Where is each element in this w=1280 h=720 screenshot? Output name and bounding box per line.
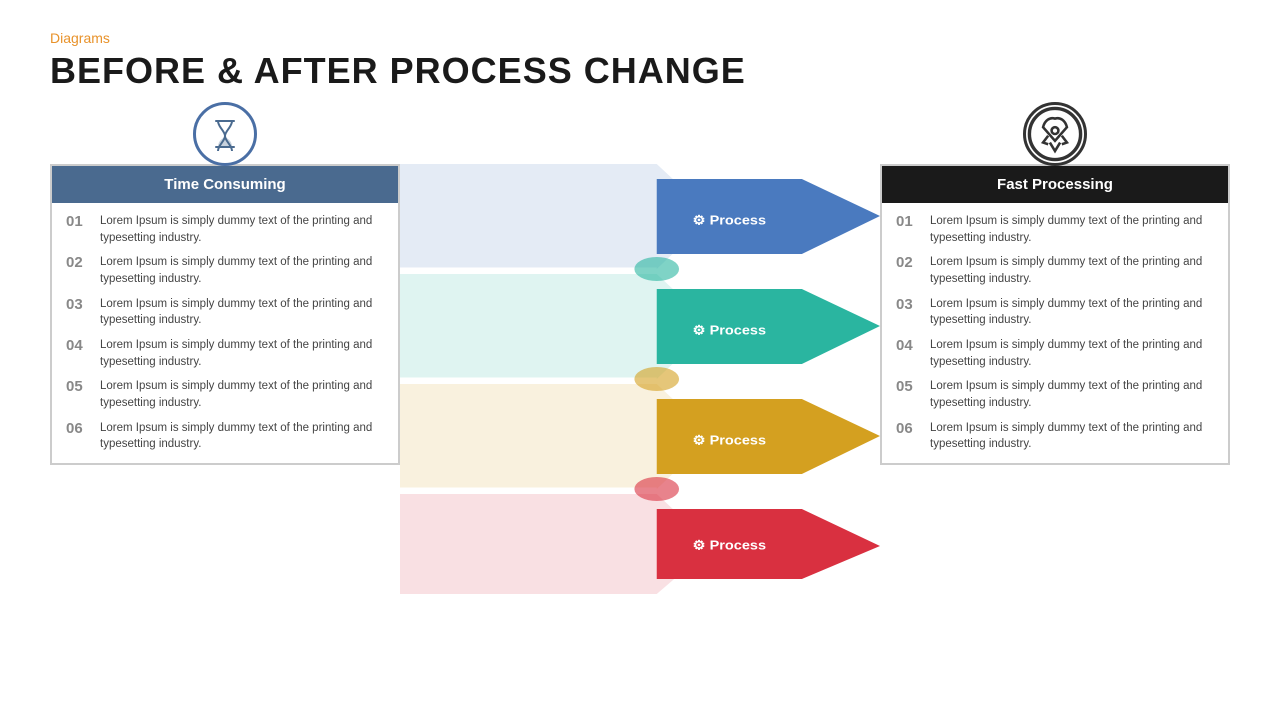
list-text: Lorem Ipsum is simply dummy text of the …: [930, 337, 1214, 370]
left-box-header: Time Consuming: [52, 166, 398, 203]
list-text: Lorem Ipsum is simply dummy text of the …: [100, 296, 384, 329]
rocket-icon: [1023, 102, 1087, 166]
list-num: 02: [66, 254, 94, 272]
diagram-area: Time Consuming 01 Lorem Ipsum is simply …: [50, 112, 1230, 622]
list-num: 04: [896, 337, 924, 355]
list-num: 05: [896, 378, 924, 396]
left-list-item: 03 Lorem Ipsum is simply dummy text of t…: [66, 296, 384, 329]
left-panel: Time Consuming 01 Lorem Ipsum is simply …: [50, 112, 400, 465]
hourglass-icon: [193, 102, 257, 166]
list-text: Lorem Ipsum is simply dummy text of the …: [930, 296, 1214, 329]
right-panel: Fast Processing 01 Lorem Ipsum is simply…: [880, 112, 1230, 465]
left-box-content: 01 Lorem Ipsum is simply dummy text of t…: [52, 203, 398, 463]
list-num: 03: [66, 296, 94, 314]
list-num: 05: [66, 378, 94, 396]
right-list-item: 04 Lorem Ipsum is simply dummy text of t…: [896, 337, 1214, 370]
list-text: Lorem Ipsum is simply dummy text of the …: [100, 337, 384, 370]
list-num: 01: [66, 213, 94, 231]
right-list-item: 02 Lorem Ipsum is simply dummy text of t…: [896, 254, 1214, 287]
list-text: Lorem Ipsum is simply dummy text of the …: [930, 213, 1214, 246]
main-title: BEFORE & AFTER PROCESS CHANGE: [50, 50, 1230, 92]
list-num: 06: [66, 420, 94, 438]
list-num: 02: [896, 254, 924, 272]
left-box: Time Consuming 01 Lorem Ipsum is simply …: [50, 164, 400, 465]
right-list-item: 01 Lorem Ipsum is simply dummy text of t…: [896, 213, 1214, 246]
list-text: Lorem Ipsum is simply dummy text of the …: [100, 378, 384, 411]
right-list-item: 05 Lorem Ipsum is simply dummy text of t…: [896, 378, 1214, 411]
list-text: Lorem Ipsum is simply dummy text of the …: [930, 254, 1214, 287]
svg-text:⚙ Process: ⚙ Process: [693, 433, 767, 447]
middle-arrows: ⚙ Process ⚙ Process ⚙ Process ⚙ Process: [400, 164, 880, 594]
left-list-item: 06 Lorem Ipsum is simply dummy text of t…: [66, 420, 384, 453]
list-num: 06: [896, 420, 924, 438]
list-text: Lorem Ipsum is simply dummy text of the …: [930, 420, 1214, 453]
svg-text:⚙ Process: ⚙ Process: [693, 213, 767, 227]
list-text: Lorem Ipsum is simply dummy text of the …: [100, 254, 384, 287]
page: Diagrams BEFORE & AFTER PROCESS CHANGE T…: [0, 0, 1280, 720]
right-box: Fast Processing 01 Lorem Ipsum is simply…: [880, 164, 1230, 465]
right-box-header: Fast Processing: [882, 166, 1228, 203]
list-num: 03: [896, 296, 924, 314]
svg-text:⚙ Process: ⚙ Process: [693, 323, 767, 337]
list-num: 01: [896, 213, 924, 231]
right-list-item: 03 Lorem Ipsum is simply dummy text of t…: [896, 296, 1214, 329]
right-list-item: 06 Lorem Ipsum is simply dummy text of t…: [896, 420, 1214, 453]
list-text: Lorem Ipsum is simply dummy text of the …: [100, 420, 384, 453]
left-list-item: 04 Lorem Ipsum is simply dummy text of t…: [66, 337, 384, 370]
list-text: Lorem Ipsum is simply dummy text of the …: [100, 213, 384, 246]
left-list-item: 05 Lorem Ipsum is simply dummy text of t…: [66, 378, 384, 411]
svg-text:⚙ Process: ⚙ Process: [693, 538, 767, 552]
left-list-item: 01 Lorem Ipsum is simply dummy text of t…: [66, 213, 384, 246]
category-label: Diagrams: [50, 30, 1230, 46]
list-num: 04: [66, 337, 94, 355]
list-text: Lorem Ipsum is simply dummy text of the …: [930, 378, 1214, 411]
right-box-content: 01 Lorem Ipsum is simply dummy text of t…: [882, 203, 1228, 463]
arrows-svg: ⚙ Process ⚙ Process ⚙ Process ⚙ Process: [400, 164, 880, 594]
left-list-item: 02 Lorem Ipsum is simply dummy text of t…: [66, 254, 384, 287]
